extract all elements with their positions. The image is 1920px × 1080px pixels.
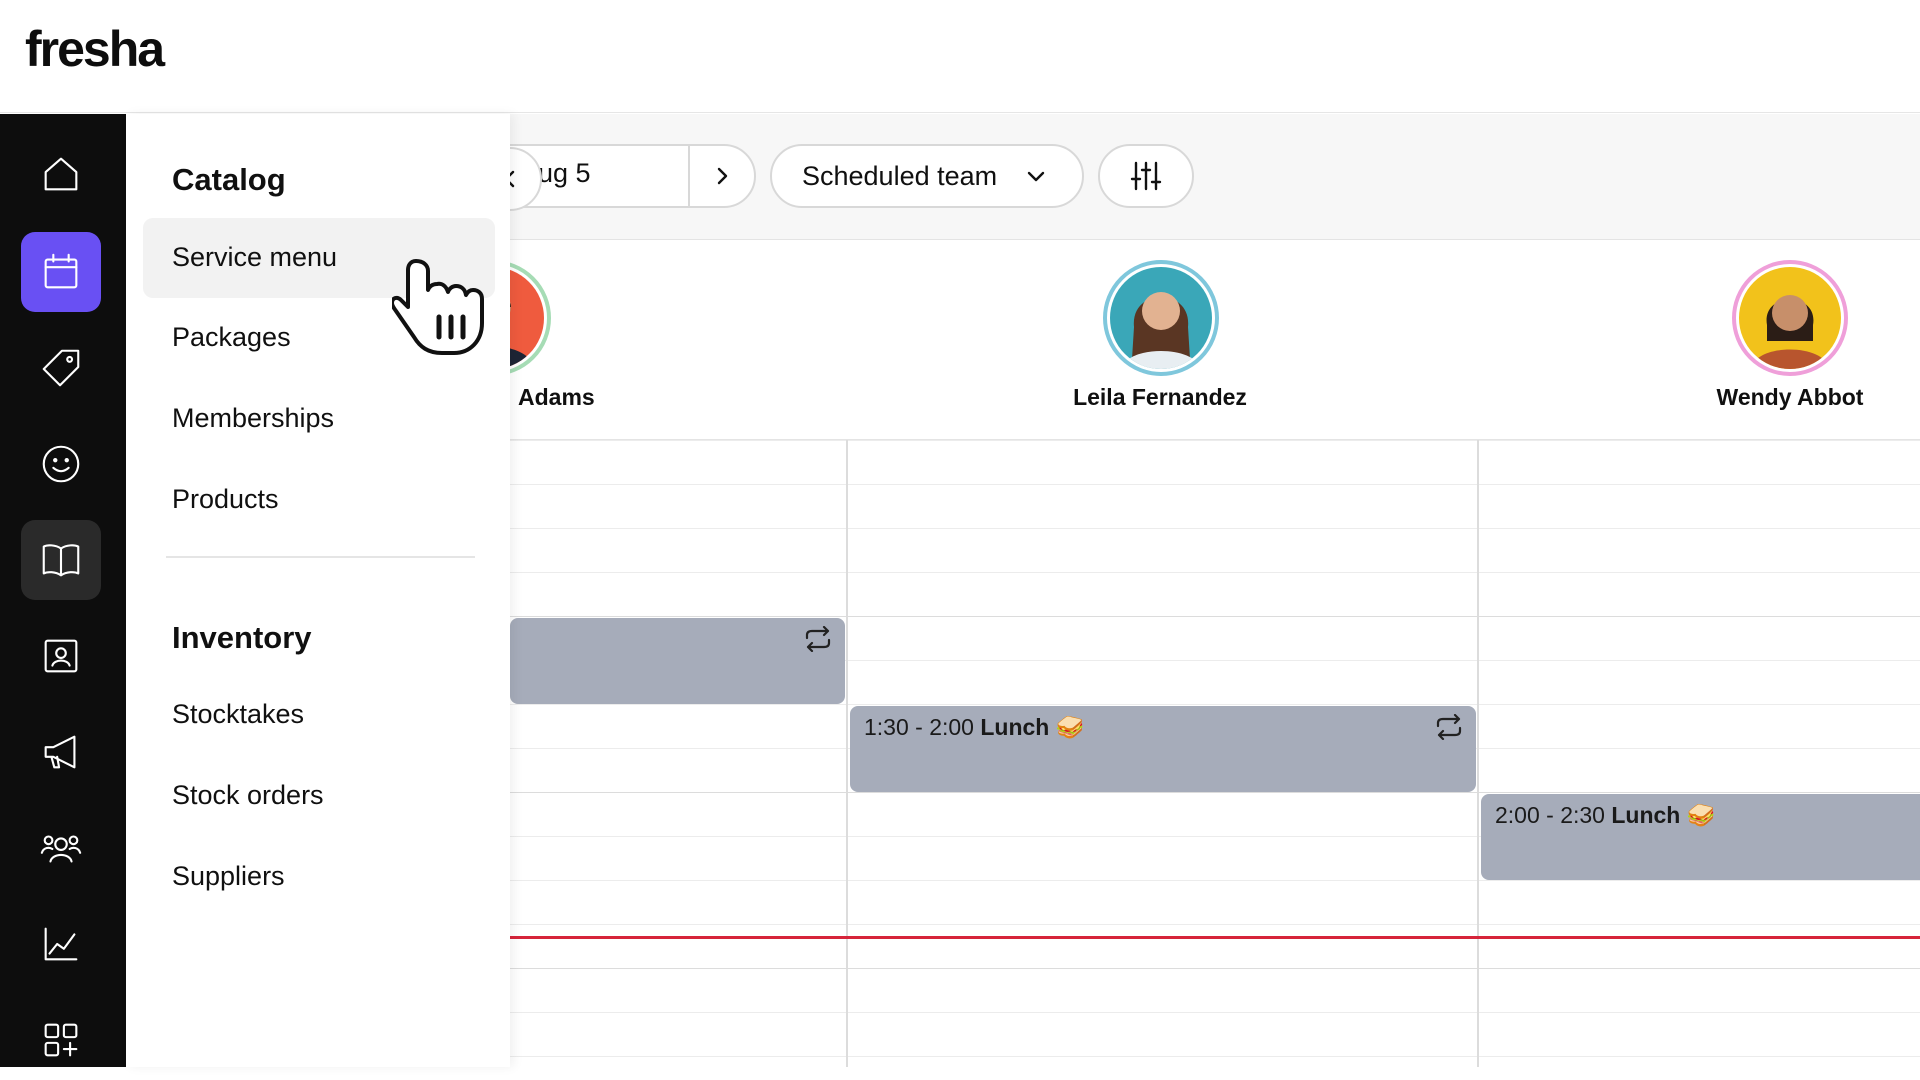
chart-icon <box>44 927 78 961</box>
sidebar-item-add-ons[interactable] <box>21 1000 101 1080</box>
hour-line <box>510 968 1920 969</box>
menu-item-packages[interactable]: Packages <box>172 322 291 353</box>
repeat-icon <box>1436 714 1462 740</box>
hand-cursor-icon <box>390 255 488 364</box>
next-day-button[interactable] <box>690 144 754 208</box>
catalog-heading: Catalog <box>172 162 286 197</box>
lunch-event-leila[interactable]: 1:30 - 2:00 Lunch 🥪 <box>850 706 1476 792</box>
tag-icon <box>42 349 80 387</box>
sidebar-rail <box>0 114 126 1067</box>
chevron-down-icon <box>1027 171 1045 182</box>
lunch-event-wendy[interactable]: 2:00 - 2:30 Lunch 🥪 <box>1481 794 1920 880</box>
column-divider <box>1477 440 1479 1067</box>
event-title: Lunch <box>980 714 1050 740</box>
hour-line <box>510 792 1920 793</box>
person-photo-icon <box>1122 292 1200 369</box>
chevron-right-icon <box>717 167 728 185</box>
sidebar-item-clients[interactable] <box>21 424 101 504</box>
person-photo-icon <box>1751 295 1829 369</box>
sliders-icon <box>1130 161 1162 191</box>
sidebar-item-reports[interactable] <box>21 904 101 984</box>
team-select-dropdown[interactable]: Scheduled team <box>770 144 1084 208</box>
staff-header: Adams Leila Fernandez Wendy Abbot <box>435 240 1920 440</box>
sidebar-item-home[interactable] <box>21 134 101 214</box>
menu-divider <box>166 556 475 558</box>
calendar-toolbar: ug 5 Scheduled team <box>470 114 1920 240</box>
calendar-grid[interactable]: 1:30 - 2:00 Lunch 🥪 2:00 - 2:30 Lunch 🥪 <box>510 440 1920 1067</box>
repeat-icon <box>805 626 831 652</box>
staff-name-adams: Adams <box>518 384 595 410</box>
column-divider <box>846 440 848 1067</box>
menu-item-suppliers[interactable]: Suppliers <box>172 861 285 892</box>
top-bar: fresha <box>0 0 1920 113</box>
contact-card-icon <box>44 639 78 673</box>
sidebar-item-team[interactable] <box>21 808 101 888</box>
sidebar-item-marketing[interactable] <box>21 712 101 792</box>
event-time: 2:00 - 2:30 <box>1495 802 1605 828</box>
menu-item-memberships[interactable]: Memberships <box>172 403 334 434</box>
sidebar-item-catalog[interactable] <box>21 520 101 600</box>
filter-settings-button[interactable] <box>1098 144 1194 208</box>
megaphone-icon <box>44 735 76 769</box>
book-icon <box>42 544 80 577</box>
current-time-indicator <box>510 936 1920 939</box>
staff-avatar-wendy-abbot[interactable] <box>1732 260 1848 376</box>
event-time: 1:30 - 2:00 <box>864 714 974 740</box>
apps-add-icon <box>44 1023 78 1057</box>
staff-name-wendy-abbot: Wendy Abbot <box>1716 384 1864 410</box>
team-icon <box>40 835 82 863</box>
fresha-logo[interactable]: fresha <box>25 20 165 78</box>
inventory-heading: Inventory <box>172 620 312 655</box>
calendar-main: ug 5 Scheduled team Adams Leila Fernande… <box>435 114 1920 1067</box>
menu-item-stock-orders[interactable]: Stock orders <box>172 780 324 811</box>
sidebar-item-sales[interactable] <box>21 328 101 408</box>
sandwich-icon: 🥪 <box>1686 802 1716 828</box>
hour-line <box>510 616 1920 617</box>
smiley-icon <box>42 445 80 483</box>
event-title: Lunch <box>1611 802 1681 828</box>
calendar-icon <box>44 253 78 289</box>
sandwich-icon: 🥪 <box>1055 714 1085 740</box>
menu-item-products[interactable]: Products <box>172 484 279 515</box>
menu-item-service-menu[interactable]: Service menu <box>172 242 337 273</box>
staff-avatar-leila-fernandez[interactable] <box>1103 260 1219 376</box>
home-icon <box>44 157 78 191</box>
menu-item-stocktakes[interactable]: Stocktakes <box>172 699 304 730</box>
date-picker-label[interactable]: ug 5 <box>538 158 591 189</box>
sidebar-item-calendar[interactable] <box>21 232 101 312</box>
sidebar-item-team-members[interactable] <box>21 616 101 696</box>
staff-name-leila-fernandez: Leila Fernandez <box>1073 384 1247 410</box>
team-select-label: Scheduled team <box>802 160 998 191</box>
blocked-time-event[interactable] <box>510 618 845 704</box>
